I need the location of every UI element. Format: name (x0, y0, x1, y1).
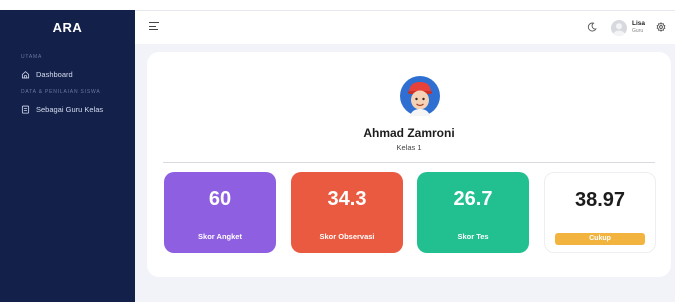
student-class: Kelas 1 (396, 143, 422, 152)
sidebar-item-label: Sebagai Guru Kelas (36, 105, 104, 114)
user-avatar[interactable] (611, 20, 627, 36)
main-content: Ahmad Zamroni Kelas 1 60 Skor Angket 34.… (135, 44, 675, 302)
stat-value: 26.7 (453, 188, 493, 210)
gear-icon[interactable] (656, 22, 666, 32)
stat-card-angket: 60 Skor Angket (164, 172, 276, 253)
stat-card-final: 38.97 Cukup (544, 172, 656, 253)
moon-icon[interactable] (587, 22, 597, 32)
final-score-value: 38.97 (574, 189, 626, 211)
stat-card-tes: 26.7 Skor Tes (417, 172, 529, 253)
menu-toggle-icon[interactable] (149, 22, 159, 31)
sidebar-section-label: UTAMA (21, 54, 43, 60)
stat-label: Skor Observasi (319, 232, 375, 241)
stat-value: 60 (208, 188, 232, 210)
sidebar: ARA UTAMA Dashboard DATA & PENILAIAN SIS… (0, 10, 135, 302)
stat-label: Skor Angket (198, 232, 242, 241)
sidebar-item-dashboard[interactable]: Dashboard (0, 70, 135, 79)
clipboard-icon (21, 105, 30, 114)
stat-card-observasi: 34.3 Skor Observasi (291, 172, 403, 253)
student-avatar-icon (400, 76, 440, 116)
top-bar: Lisa Guru (135, 10, 675, 44)
student-name: Ahmad Zamroni (363, 126, 455, 140)
student-profile-card: Ahmad Zamroni Kelas 1 60 Skor Angket 34.… (147, 52, 671, 277)
stat-label: Skor Tes (457, 232, 489, 241)
home-icon (21, 71, 30, 79)
sidebar-item-label: Dashboard (36, 70, 73, 79)
status-badge: Cukup (555, 233, 645, 245)
user-role: Guru (632, 28, 644, 34)
user-name[interactable]: Lisa (632, 20, 645, 27)
brand-logo[interactable]: ARA (0, 10, 135, 44)
divider (163, 162, 655, 163)
stat-value: 34.3 (327, 188, 367, 210)
sidebar-section-label: DATA & PENILAIAN SISWA (21, 89, 101, 95)
sidebar-item-guru-kelas[interactable]: Sebagai Guru Kelas (0, 105, 135, 114)
user-silhouette-icon (613, 23, 625, 36)
